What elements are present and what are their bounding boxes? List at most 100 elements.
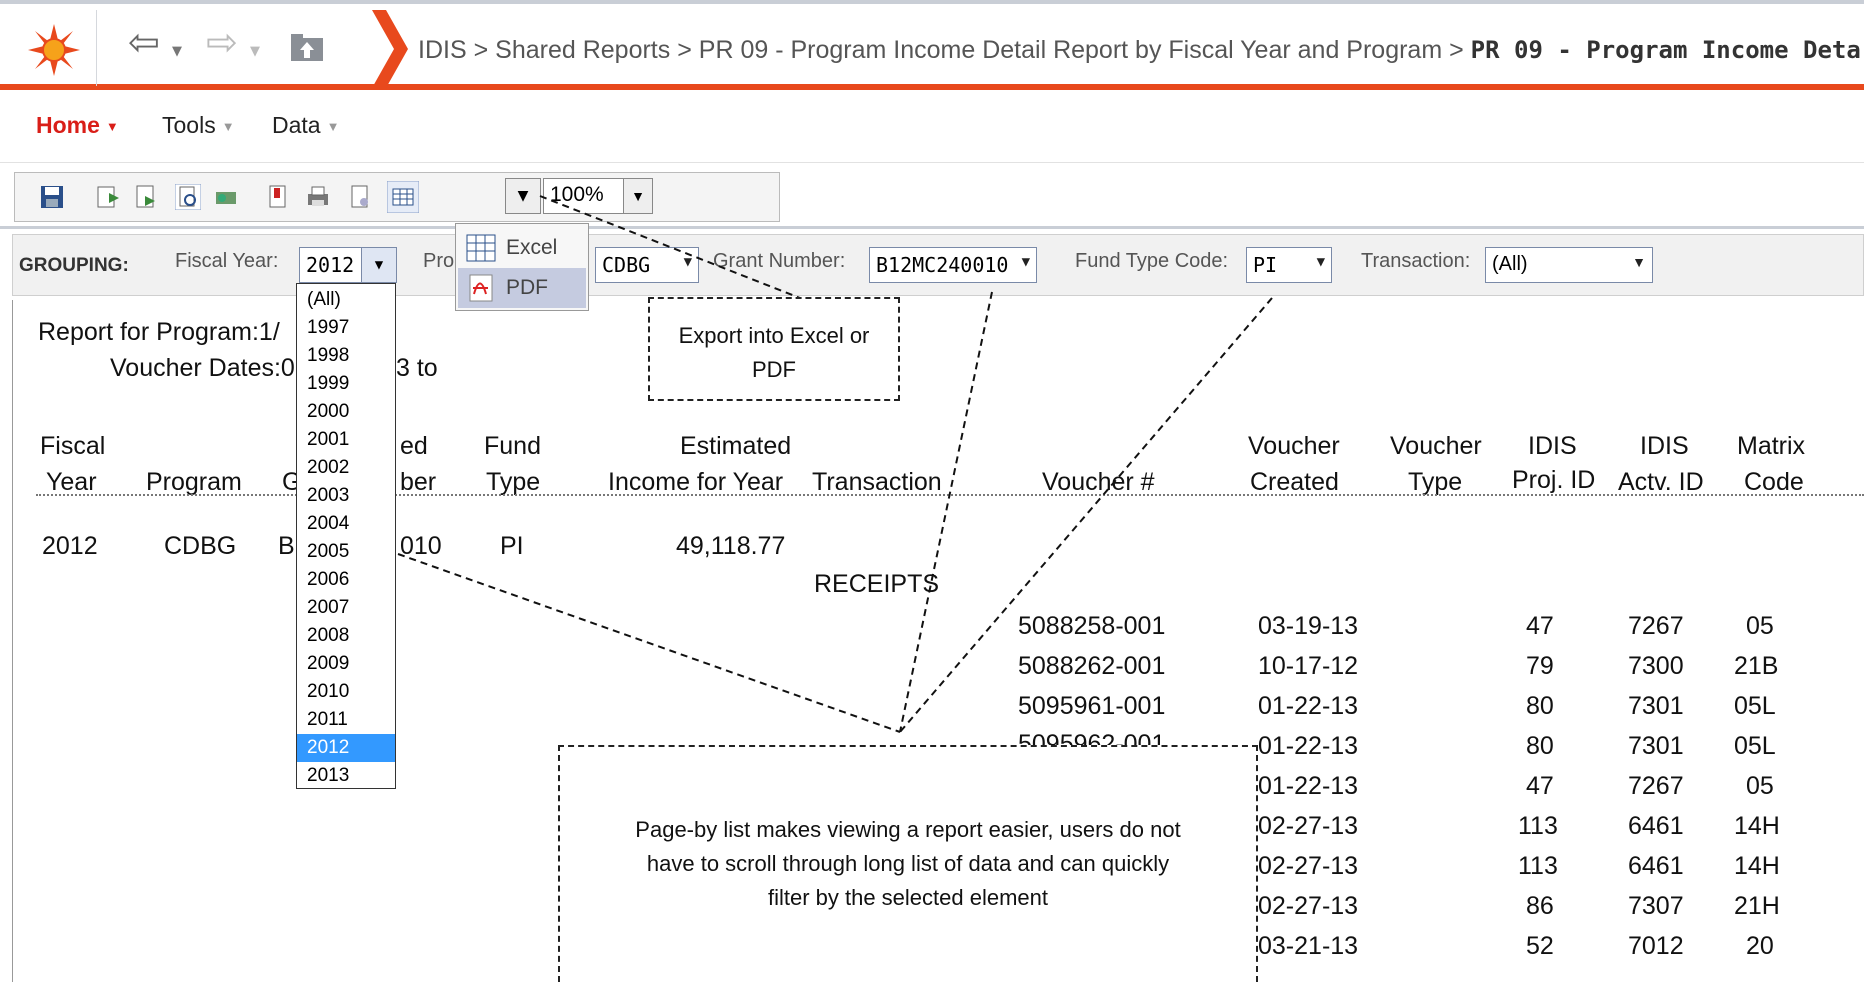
fiscal-year-option[interactable]: 2006 <box>297 566 395 594</box>
fiscal-year-option[interactable]: 2009 <box>297 650 395 678</box>
fund-type-select[interactable]: PI ▼ <box>1246 247 1332 283</box>
header-year: Year <box>46 468 97 496</box>
menu-tools[interactable]: Tools ▼ <box>162 112 235 139</box>
fiscal-year-option[interactable]: 2005 <box>297 538 395 566</box>
cell-matrix: 05 <box>1746 772 1774 800</box>
transaction-receipts: RECEIPTS <box>814 570 940 598</box>
zoom-value: 100% <box>550 183 604 206</box>
breadcrumb-current: PR 09 - Program Income Deta <box>1470 36 1861 64</box>
zoom-select[interactable]: 100% ▼ <box>543 178 653 214</box>
cell-voucher: 5095961-001 <box>1018 692 1166 720</box>
program-select[interactable]: CDBG ▼ <box>595 247 699 283</box>
divider <box>96 10 97 86</box>
document-icon[interactable] <box>347 184 373 210</box>
breadcrumb-separator: > <box>677 36 692 64</box>
cell-created: 01-22-13 <box>1258 772 1359 800</box>
caret-down-icon[interactable]: ▼ <box>623 179 652 213</box>
fiscal-year-option-selected[interactable]: 2012 <box>297 734 395 762</box>
caret-down-icon: ▼ <box>1632 254 1646 270</box>
preview-icon[interactable] <box>175 184 201 210</box>
fiscal-year-option[interactable]: 2000 <box>297 398 395 426</box>
summary-fund: PI <box>500 532 524 560</box>
back-arrow-icon[interactable]: ⇦ <box>128 20 160 64</box>
fiscal-year-option[interactable]: 2013 <box>297 762 395 790</box>
forward-history-caret-icon[interactable]: ▼ <box>250 44 260 59</box>
cell-matrix: 14H <box>1734 812 1780 840</box>
cell-actv: 6461 <box>1628 852 1684 880</box>
caret-down-icon: ▼ <box>1316 254 1325 270</box>
cell-matrix: 21H <box>1734 892 1780 920</box>
fiscal-year-option[interactable]: 2007 <box>297 594 395 622</box>
menu-home[interactable]: Home ▼ <box>36 112 119 139</box>
breadcrumb: IDIS > Shared Reports > PR 09 - Program … <box>418 36 1861 65</box>
cell-created: 01-22-13 <box>1258 732 1359 760</box>
cell-created: 03-19-13 <box>1258 612 1359 640</box>
folder-up-icon[interactable] <box>290 32 324 62</box>
fiscal-year-option[interactable]: 1998 <box>297 342 395 370</box>
fiscal-year-option[interactable]: 2004 <box>297 510 395 538</box>
fiscal-year-option[interactable]: 2008 <box>297 622 395 650</box>
cell-proj: 80 <box>1526 692 1554 720</box>
caret-down-icon: ▼ <box>326 119 340 135</box>
header-estimated: Estimated <box>680 432 792 460</box>
cell-created: 02-27-13 <box>1258 892 1359 920</box>
fiscal-year-option[interactable]: 2002 <box>297 454 395 482</box>
report-title-dates: Voucher Dates:0 <box>110 354 295 382</box>
cell-proj: 79 <box>1526 652 1554 680</box>
export-icon[interactable] <box>95 184 121 210</box>
grouping-label: GROUPING: <box>19 255 129 276</box>
header-actv-id-1: IDIS <box>1640 432 1689 460</box>
menu-data[interactable]: Data ▼ <box>272 112 339 139</box>
caret-down-icon: ▼ <box>683 254 692 270</box>
export-menu: Excel PDF <box>455 223 589 311</box>
header-auth-partial-1: ed <box>400 432 428 460</box>
caret-down-icon: ▼ <box>517 188 529 204</box>
breadcrumb-item-idis[interactable]: IDIS <box>418 36 467 64</box>
header-auth-partial-2: ber <box>400 468 437 496</box>
header-matrix: Matrix <box>1737 432 1806 460</box>
cell-proj: 86 <box>1526 892 1554 920</box>
breadcrumb-item-shared-reports[interactable]: Shared Reports <box>495 36 670 64</box>
fiscal-year-option[interactable]: 2001 <box>297 426 395 454</box>
cell-proj: 52 <box>1526 932 1554 960</box>
caret-down-icon[interactable]: ▼ <box>361 248 396 282</box>
cell-voucher: 5088262-001 <box>1018 652 1166 680</box>
forward-arrow-icon[interactable]: ⇨ <box>206 20 238 64</box>
fund-type-value: PI <box>1253 253 1278 277</box>
fiscal-year-option[interactable]: 2010 <box>297 678 395 706</box>
transaction-value: (All) <box>1492 253 1528 275</box>
header-proj-id-1: IDIS <box>1528 432 1577 460</box>
export-grid-icon[interactable] <box>387 181 419 213</box>
app-logo-icon[interactable] <box>26 22 82 78</box>
back-history-caret-icon[interactable]: ▼ <box>172 44 182 59</box>
breadcrumb-chevron-icon <box>372 10 408 88</box>
page-icon[interactable] <box>133 184 159 210</box>
header-income-for-year: Income for Year <box>608 468 784 496</box>
toolbar <box>14 172 780 222</box>
grant-number-select[interactable]: B12MC240010 ▼ <box>869 247 1037 283</box>
header-voucher-type-2: Type <box>1408 468 1463 496</box>
grant-number-label: Grant Number: <box>713 250 846 272</box>
export-dropdown-button[interactable]: ▼ <box>505 178 541 214</box>
summary-grant: B <box>278 532 295 560</box>
header-voucher-type-1: Voucher <box>1390 432 1482 460</box>
fiscal-year-option[interactable]: 1999 <box>297 370 395 398</box>
save-icon[interactable] <box>39 184 65 210</box>
fiscal-year-option[interactable]: (All) <box>297 286 395 314</box>
printer-icon[interactable] <box>305 184 331 210</box>
export-pdf-label: PDF <box>506 276 548 299</box>
fiscal-year-select[interactable]: 2012 ▼ <box>299 247 397 283</box>
fiscal-year-option[interactable]: 2003 <box>297 482 395 510</box>
transaction-select[interactable]: (All) ▼ <box>1485 247 1653 283</box>
export-excel-item[interactable]: Excel <box>458 228 586 268</box>
breadcrumb-item-report[interactable]: PR 09 - Program Income Detail Report by … <box>699 36 1442 64</box>
fiscal-year-option[interactable]: 2011 <box>297 706 395 734</box>
menu-data-label: Data <box>272 112 321 138</box>
export-excel-label: Excel <box>506 236 558 259</box>
export-pdf-item[interactable]: PDF <box>458 268 586 308</box>
print-pdf-icon[interactable] <box>213 184 239 210</box>
bookmark-icon[interactable] <box>265 184 291 210</box>
fiscal-year-option[interactable]: 1997 <box>297 314 395 342</box>
header-voucher-created-2: Created <box>1250 468 1339 496</box>
grouping-bar: GROUPING: Fiscal Year: 2012 ▼ Pro CDBG ▼… <box>12 234 1864 296</box>
